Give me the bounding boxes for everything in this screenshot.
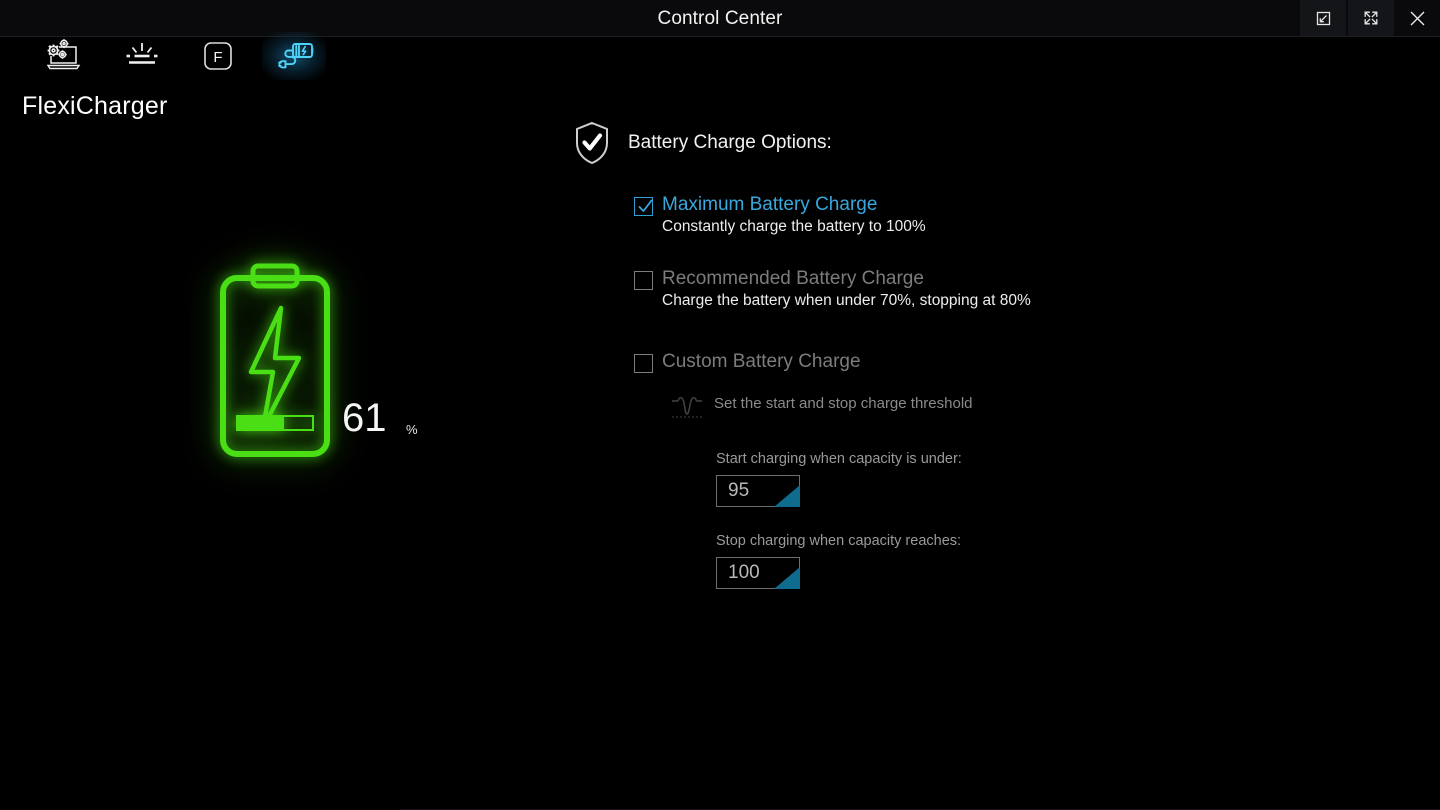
close-window-button[interactable] <box>1394 0 1440 36</box>
option-recommended-battery-charge[interactable]: Recommended Battery Charge Charge the ba… <box>572 268 1192 309</box>
restore-window-button[interactable] <box>1300 0 1346 36</box>
tab-flexicharger[interactable] <box>262 32 326 80</box>
checkbox-custom-battery-charge[interactable] <box>634 354 653 373</box>
checkbox-maximum-battery-charge[interactable] <box>634 197 653 216</box>
option-description-maximum: Constantly charge the battery to 100% <box>662 218 926 235</box>
laptop-gears-icon <box>42 39 84 73</box>
start-charge-input[interactable]: 95 <box>716 475 800 507</box>
checkbox-recommended-battery-charge[interactable] <box>634 271 653 290</box>
battery-charge-options-panel: Battery Charge Options: Maximum Battery … <box>572 120 1192 589</box>
battery-percent-value: 61 <box>342 396 387 440</box>
tab-function-keys[interactable]: F <box>186 32 250 80</box>
close-icon <box>1409 10 1426 27</box>
charger-battery-icon <box>272 38 316 74</box>
option-maximum-battery-charge[interactable]: Maximum Battery Charge Constantly charge… <box>572 194 1192 235</box>
keyboard-backlight-icon <box>121 39 163 73</box>
stop-input-corner-accent <box>774 567 800 589</box>
option-description-recommended: Charge the battery when under 70%, stopp… <box>662 292 1031 309</box>
option-label-recommended: Recommended Battery Charge <box>662 268 924 289</box>
tab-keyboard-backlight[interactable] <box>110 32 174 80</box>
battery-charging-icon <box>215 260 335 465</box>
battery-status-panel: 61 % <box>200 250 500 465</box>
option-label-custom: Custom Battery Charge <box>662 351 861 372</box>
fn-key-icon: F <box>200 38 236 74</box>
options-header-label: Battery Charge Options: <box>628 132 832 153</box>
expand-icon <box>1363 10 1379 26</box>
maximize-window-button[interactable] <box>1348 0 1394 36</box>
start-charge-label: Start charging when capacity is under: <box>716 451 962 467</box>
options-header: Battery Charge Options: <box>572 120 1192 172</box>
stop-charge-input[interactable]: 100 <box>716 557 800 589</box>
option-label-maximum: Maximum Battery Charge <box>662 194 878 215</box>
start-charge-value: 95 <box>728 480 750 501</box>
option-custom-battery-charge[interactable]: Custom Battery Charge Set the start and … <box>572 351 1192 589</box>
svg-text:F: F <box>213 49 222 66</box>
restore-icon <box>1316 11 1331 26</box>
battery-percent-unit: % <box>406 422 418 437</box>
stop-charge-label: Stop charging when capacity reaches: <box>716 533 962 549</box>
threshold-instruction-label: Set the start and stop charge threshold <box>714 395 973 412</box>
tab-strip: F <box>0 32 1440 82</box>
start-input-corner-accent <box>774 485 800 507</box>
stop-charge-value: 100 <box>728 562 760 583</box>
tab-system-settings[interactable] <box>31 32 95 80</box>
waveform-threshold-icon <box>669 395 705 428</box>
check-icon <box>638 199 653 212</box>
page-title: FlexiCharger <box>22 92 168 120</box>
shield-check-icon <box>572 120 612 171</box>
